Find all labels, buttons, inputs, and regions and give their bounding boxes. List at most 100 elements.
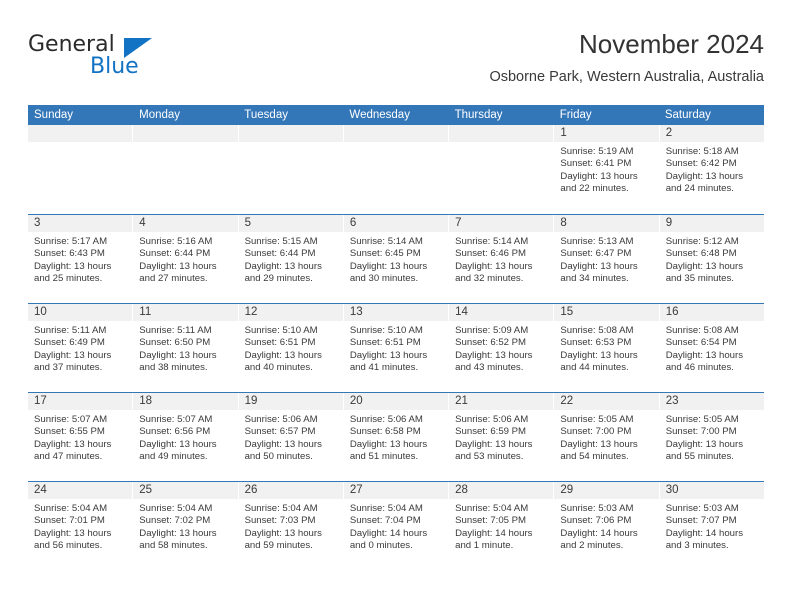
day-detail-line: and 46 minutes. — [665, 362, 734, 374]
calendar-day-cell-5[interactable]: 5 Sunrise: 5:15 AM Sunset: 6:44 PM Daylight… — [238, 215, 344, 303]
day-detail-line: Sunset: 7:05 PM — [455, 515, 527, 527]
title-block: November 2024 Osborne Park, Western Aust… — [489, 28, 764, 86]
day-detail-line: Sunset: 6:41 PM — [560, 158, 632, 170]
day-detail-line: Daylight: 13 hours — [244, 527, 322, 539]
day-number — [133, 125, 238, 142]
day-details: Sunrise: 5:18 AM Sunset: 6:42 PM Daylight:… — [660, 142, 764, 196]
day-detail-line: Sunrise: 5:03 AM — [560, 503, 634, 514]
day-details: Sunrise: 5:06 AM Sunset: 6:57 PM Daylight:… — [239, 410, 343, 464]
day-detail-line: Daylight: 13 hours — [665, 260, 744, 272]
calendar-day-cell-15[interactable]: 15 Sunrise: 5:08 AM Sunset: 6:53 PM Dayligh… — [554, 304, 660, 392]
day-details: Sunrise: 5:05 AM Sunset: 7:00 PM Daylight:… — [554, 410, 658, 464]
day-number: 7 — [449, 215, 554, 232]
calendar-day-cell-1[interactable]: 1 Sunrise: 5:19 AM Sunset: 6:41 PM Daylight… — [554, 125, 660, 214]
day-detail-line: Sunset: 7:03 PM — [244, 515, 316, 527]
day-detail-line: and 55 minutes. — [665, 451, 734, 463]
calendar-day-cell-25[interactable]: 25 Sunrise: 5:04 AM Sunset: 7:02 PM Dayligh… — [133, 482, 239, 570]
calendar-day-cell-24[interactable]: 24 Sunrise: 5:04 AM Sunset: 7:01 PM Dayligh… — [28, 482, 134, 570]
day-number: 27 — [343, 482, 449, 499]
day-detail-line: Sunset: 6:51 PM — [349, 337, 421, 349]
calendar-day-cell-12[interactable]: 12 Sunrise: 5:10 AM Sunset: 6:51 PM Dayligh… — [238, 304, 344, 392]
day-detail-line: and 56 minutes. — [34, 540, 103, 552]
day-detail-line: Daylight: 13 hours — [349, 349, 428, 361]
calendar-day-cell-11[interactable]: 11 Sunrise: 5:11 AM Sunset: 6:50 PM Dayligh… — [133, 304, 239, 392]
day-detail-line: Sunrise: 5:04 AM — [455, 503, 529, 514]
calendar-day-cell-30[interactable]: 30 Sunrise: 5:03 AM Sunset: 7:07 PM Dayligh… — [659, 482, 764, 570]
day-detail-line: Daylight: 13 hours — [560, 438, 638, 450]
day-detail-line: Sunrise: 5:13 AM — [560, 236, 634, 247]
calendar-day-cell-21[interactable]: 21 Sunrise: 5:06 AM Sunset: 6:59 PM Dayligh… — [449, 393, 555, 481]
day-detail-line: Daylight: 13 hours — [34, 527, 112, 539]
day-number: 5 — [238, 215, 343, 232]
day-detail-line: Daylight: 13 hours — [665, 438, 744, 450]
day-number: 22 — [554, 393, 659, 410]
calendar-day-cell-16[interactable]: 16 Sunrise: 5:08 AM Sunset: 6:54 PM Dayligh… — [659, 304, 764, 392]
day-details — [344, 142, 448, 146]
calendar-day-cell-13[interactable]: 13 Sunrise: 5:10 AM Sunset: 6:51 PM Dayligh… — [343, 304, 450, 392]
calendar-day-cell-10[interactable]: 10 Sunrise: 5:11 AM Sunset: 6:49 PM Dayligh… — [28, 304, 134, 392]
calendar-grid: Sunday Monday Tuesday Wednesday Thursday Frid… — [28, 105, 764, 570]
day-details: Sunrise: 5:12 AM Sunset: 6:48 PM Daylight:… — [660, 232, 764, 286]
day-detail-line: Daylight: 13 hours — [139, 260, 217, 272]
day-details — [28, 142, 132, 146]
day-detail-line: Daylight: 13 hours — [455, 438, 533, 450]
calendar-week-row: 10 Sunrise: 5:11 AM Sunset: 6:49 PM Dayligh… — [28, 303, 764, 392]
day-detail-line: and 34 minutes. — [560, 273, 629, 285]
day-detail-line: and 35 minutes. — [665, 273, 734, 285]
day-number: 9 — [659, 215, 764, 232]
calendar-day-cell-7[interactable]: 7 Sunrise: 5:14 AM Sunset: 6:46 PM Daylight… — [449, 215, 555, 303]
day-number: 13 — [343, 304, 449, 321]
day-detail-line: and 58 minutes. — [139, 540, 208, 552]
calendar-day-cell-empty — [343, 125, 450, 214]
day-detail-line: and 41 minutes. — [349, 362, 419, 374]
day-details: Sunrise: 5:03 AM Sunset: 7:07 PM Daylight:… — [660, 499, 764, 553]
day-detail-line: Daylight: 14 hours — [349, 527, 428, 539]
brand-logo[interactable]: General Blue — [28, 32, 158, 88]
day-detail-line: Daylight: 13 hours — [560, 170, 638, 182]
calendar-day-cell-14[interactable]: 14 Sunrise: 5:09 AM Sunset: 6:52 PM Dayligh… — [449, 304, 555, 392]
day-details: Sunrise: 5:04 AM Sunset: 7:04 PM Daylight:… — [344, 499, 448, 553]
day-detail-line: and 51 minutes. — [349, 451, 419, 463]
day-detail-line: Sunset: 6:58 PM — [349, 426, 421, 438]
calendar-page: General Blue November 2024 Osborne Park,… — [0, 0, 792, 612]
day-details: Sunrise: 5:08 AM Sunset: 6:53 PM Daylight:… — [554, 321, 658, 375]
day-number — [238, 125, 343, 142]
calendar-day-cell-18[interactable]: 18 Sunrise: 5:07 AM Sunset: 6:56 PM Dayligh… — [133, 393, 239, 481]
calendar-day-cell-19[interactable]: 19 Sunrise: 5:06 AM Sunset: 6:57 PM Dayligh… — [238, 393, 344, 481]
calendar-day-cell-22[interactable]: 22 Sunrise: 5:05 AM Sunset: 7:00 PM Dayligh… — [554, 393, 660, 481]
day-detail-line: Sunset: 6:57 PM — [244, 426, 316, 438]
calendar-day-cell-17[interactable]: 17 Sunrise: 5:07 AM Sunset: 6:55 PM Dayligh… — [28, 393, 134, 481]
calendar-day-cell-9[interactable]: 9 Sunrise: 5:12 AM Sunset: 6:48 PM Daylight… — [659, 215, 764, 303]
calendar-day-cell-4[interactable]: 4 Sunrise: 5:16 AM Sunset: 6:44 PM Daylight… — [133, 215, 239, 303]
calendar-day-cell-6[interactable]: 6 Sunrise: 5:14 AM Sunset: 6:45 PM Daylight… — [343, 215, 450, 303]
calendar-day-cell-23[interactable]: 23 Sunrise: 5:05 AM Sunset: 7:00 PM Dayligh… — [659, 393, 764, 481]
day-details: Sunrise: 5:19 AM Sunset: 6:41 PM Daylight:… — [554, 142, 658, 196]
day-details: Sunrise: 5:05 AM Sunset: 7:00 PM Daylight:… — [660, 410, 764, 464]
day-detail-line: and 38 minutes. — [139, 362, 208, 374]
calendar-day-cell-27[interactable]: 27 Sunrise: 5:04 AM Sunset: 7:04 PM Dayligh… — [343, 482, 450, 570]
day-details: Sunrise: 5:10 AM Sunset: 6:51 PM Daylight:… — [239, 321, 343, 375]
day-detail-line: and 2 minutes. — [560, 540, 624, 552]
day-detail-line: and 49 minutes. — [139, 451, 208, 463]
day-detail-line: Sunrise: 5:04 AM — [349, 503, 423, 514]
day-number: 21 — [449, 393, 554, 410]
day-number: 19 — [238, 393, 343, 410]
day-detail-line: and 1 minute. — [455, 540, 514, 552]
day-detail-line: and 0 minutes. — [349, 540, 413, 552]
calendar-day-cell-20[interactable]: 20 Sunrise: 5:06 AM Sunset: 6:58 PM Dayligh… — [343, 393, 450, 481]
day-details: Sunrise: 5:06 AM Sunset: 6:58 PM Daylight:… — [344, 410, 448, 464]
day-details: Sunrise: 5:04 AM Sunset: 7:01 PM Daylight:… — [28, 499, 132, 553]
calendar-day-cell-29[interactable]: 29 Sunrise: 5:03 AM Sunset: 7:06 PM Dayligh… — [554, 482, 660, 570]
calendar-day-cell-26[interactable]: 26 Sunrise: 5:04 AM Sunset: 7:03 PM Dayligh… — [238, 482, 344, 570]
calendar-day-cell-3[interactable]: 3 Sunrise: 5:17 AM Sunset: 6:43 PM Daylight… — [28, 215, 134, 303]
day-detail-line: Daylight: 14 hours — [665, 527, 744, 539]
day-detail-line: Daylight: 14 hours — [455, 527, 533, 539]
calendar-day-cell-28[interactable]: 28 Sunrise: 5:04 AM Sunset: 7:05 PM Dayligh… — [449, 482, 555, 570]
page-header: General Blue November 2024 Osborne Park,… — [28, 28, 764, 98]
day-detail-line: Daylight: 13 hours — [34, 349, 112, 361]
day-number: 25 — [133, 482, 238, 499]
weekday-header-friday: Friday — [559, 109, 592, 121]
day-detail-line: Sunset: 7:07 PM — [665, 515, 737, 527]
calendar-day-cell-2[interactable]: 2 Sunrise: 5:18 AM Sunset: 6:42 PM Daylight… — [659, 125, 764, 214]
calendar-day-cell-8[interactable]: 8 Sunrise: 5:13 AM Sunset: 6:47 PM Daylight… — [554, 215, 660, 303]
